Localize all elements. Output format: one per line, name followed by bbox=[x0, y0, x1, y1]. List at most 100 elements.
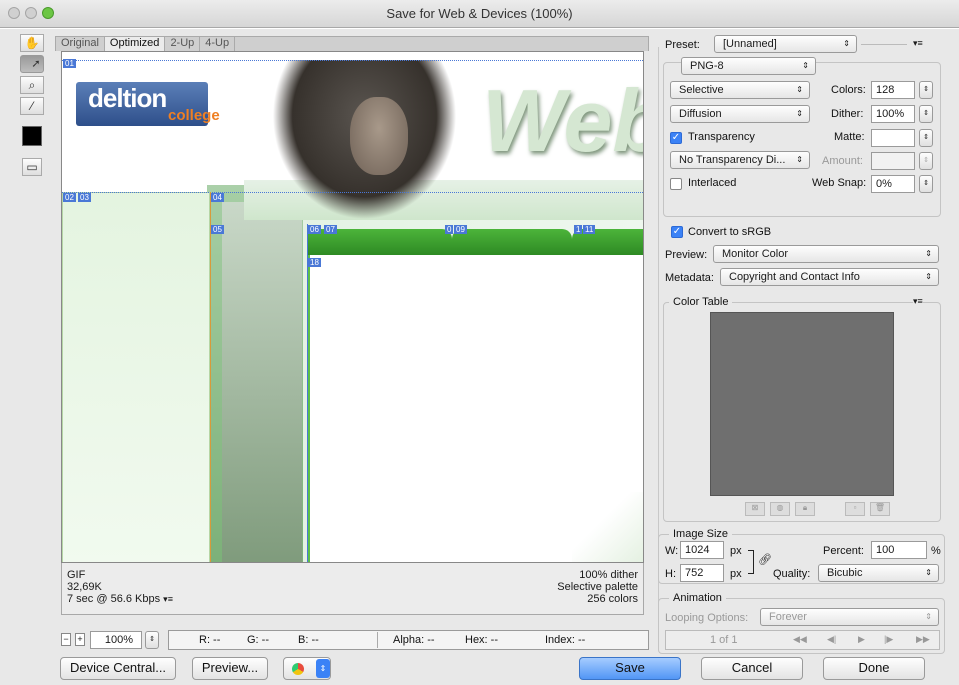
slice-badge[interactable]: 01 bbox=[63, 59, 76, 68]
colors-field[interactable]: 128 bbox=[871, 81, 915, 99]
file-size: 32,69K bbox=[67, 581, 102, 593]
tab-2-up[interactable]: 2-Up bbox=[165, 37, 201, 51]
device-central-button[interactable]: Device Central... bbox=[60, 657, 176, 680]
matte-label: Matte: bbox=[834, 131, 865, 143]
dither-field[interactable]: 100% bbox=[871, 105, 915, 123]
next-frame-icon: |▶ bbox=[884, 634, 894, 644]
window-title: Save for Web & Devices (100%) bbox=[386, 6, 573, 21]
divider bbox=[861, 44, 907, 45]
link-proportions-icon[interactable]: 🔗︎ bbox=[758, 553, 772, 566]
zoom-out-button[interactable]: − bbox=[61, 633, 71, 646]
eyedropper-tool-icon[interactable]: ⁄ bbox=[20, 97, 44, 115]
done-button[interactable]: Done bbox=[823, 657, 925, 680]
trash-icon[interactable]: 🗑︎ bbox=[870, 502, 890, 516]
width-unit: px bbox=[730, 545, 742, 557]
colors-stepper[interactable]: ⇕ bbox=[919, 81, 933, 99]
download-time: 7 sec @ 56.6 Kbps ▾≡ bbox=[67, 593, 173, 605]
transparency-checkbox[interactable]: ✓ bbox=[670, 132, 682, 144]
preview-label: Preview: bbox=[665, 249, 708, 261]
slice-badge[interactable]: 09 bbox=[454, 225, 467, 234]
slice-badge[interactable]: 06 bbox=[308, 225, 321, 234]
tab-optimized[interactable]: Optimized bbox=[104, 37, 166, 51]
zoom-level-menu[interactable]: ⇕ bbox=[145, 631, 159, 649]
slice-badge[interactable]: 07 bbox=[324, 225, 337, 234]
slice-border bbox=[210, 192, 211, 562]
looping-options-label: Looping Options: bbox=[665, 612, 749, 624]
slice-badge[interactable]: 05 bbox=[211, 225, 224, 234]
toggle-slices-visibility-icon[interactable]: ▭ bbox=[22, 158, 42, 176]
blue-value: B: -- bbox=[298, 634, 319, 646]
web-snap-field[interactable]: 0% bbox=[871, 175, 915, 193]
slice-badge[interactable]: 11 bbox=[583, 225, 596, 234]
slice-badge[interactable]: 1 bbox=[574, 225, 583, 234]
color-table-menu-icon[interactable]: ▾≡ bbox=[913, 296, 923, 307]
transparency-label: Transparency bbox=[688, 131, 755, 143]
slice-badge[interactable]: 0 bbox=[445, 225, 454, 234]
color-reduction-select[interactable]: Selective ⇕ bbox=[670, 81, 810, 99]
file-format-select[interactable]: PNG-8 ⇕ bbox=[681, 57, 816, 75]
panel-divider bbox=[658, 47, 659, 607]
slice-guide bbox=[62, 60, 643, 61]
zoom-level-field[interactable]: 100% bbox=[90, 631, 142, 649]
web-snap-stepper[interactable]: ⇕ bbox=[919, 175, 933, 193]
width-field[interactable]: 1024 bbox=[680, 541, 724, 559]
title-bar: Save for Web & Devices (100%) bbox=[0, 0, 959, 28]
web-snap-label: Web Snap: bbox=[812, 177, 867, 189]
chimp-face bbox=[350, 97, 408, 175]
palette-info: Selective palette bbox=[557, 581, 638, 593]
transparency-dither-select[interactable]: No Transparency Di... ⇕ bbox=[670, 151, 810, 169]
logo-text: deltion bbox=[88, 83, 167, 113]
slice-select-tool-icon[interactable]: ➚ bbox=[20, 55, 44, 73]
height-unit: px bbox=[730, 568, 742, 580]
browser-select[interactable]: ⇕ bbox=[283, 657, 331, 680]
quality-select[interactable]: Bicubic ⇕ bbox=[818, 564, 939, 582]
map-color-transparent-icon[interactable]: ⊠ bbox=[745, 502, 765, 516]
height-label: H: bbox=[665, 568, 676, 580]
matte-color-field[interactable] bbox=[871, 129, 915, 147]
hand-tool-icon[interactable]: ✋ bbox=[20, 34, 44, 52]
slice-guide bbox=[62, 192, 643, 193]
interlaced-checkbox[interactable] bbox=[670, 178, 682, 190]
preview-button[interactable]: Preview... bbox=[192, 657, 268, 680]
nav-tab-2 bbox=[452, 229, 572, 255]
percent-field[interactable]: 100 bbox=[871, 541, 927, 559]
slice-badge[interactable]: 03 bbox=[78, 193, 91, 202]
looping-options-select: Forever ⇕ bbox=[760, 608, 939, 626]
lock-color-icon[interactable]: 🔒︎ bbox=[795, 502, 815, 516]
slice-badge[interactable]: 02 bbox=[63, 193, 76, 202]
divider bbox=[377, 632, 378, 648]
web-shift-icon[interactable]: ◍ bbox=[770, 502, 790, 516]
zoom-in-button[interactable]: + bbox=[75, 633, 85, 646]
download-time-menu-icon[interactable]: ▾≡ bbox=[163, 594, 173, 604]
metadata-select[interactable]: Copyright and Contact Info ⇕ bbox=[720, 268, 939, 286]
previous-frame-icon: ◀| bbox=[827, 634, 837, 644]
zoom-tool-icon[interactable]: ⌕ bbox=[20, 76, 44, 94]
color-table-swatches[interactable] bbox=[710, 312, 894, 496]
tab-4-up[interactable]: 4-Up bbox=[200, 37, 236, 51]
height-field[interactable]: 752 bbox=[680, 564, 724, 582]
preview-canvas[interactable]: deltion college Web 01 02 03 04 05 06 07… bbox=[61, 51, 644, 563]
cancel-button[interactable]: Cancel bbox=[701, 657, 803, 680]
tab-original[interactable]: Original bbox=[56, 37, 105, 51]
file-format: GIF bbox=[67, 569, 86, 581]
optimize-menu-icon[interactable]: ▾≡ bbox=[913, 38, 923, 49]
image-size-title: Image Size bbox=[669, 528, 733, 540]
preset-select[interactable]: [Unnamed] ⇕ bbox=[714, 35, 857, 53]
dither-stepper[interactable]: ⇕ bbox=[919, 105, 933, 123]
slice-badge[interactable]: 18 bbox=[308, 258, 321, 267]
save-button[interactable]: Save bbox=[579, 657, 681, 680]
colors-info: 256 colors bbox=[587, 593, 638, 605]
add-color-icon[interactable]: ▫ bbox=[845, 502, 865, 516]
optimization-info: GIF 32,69K 7 sec @ 56.6 Kbps ▾≡ 100% dit… bbox=[61, 563, 644, 615]
page-curl bbox=[572, 492, 643, 562]
eyedropper-color-swatch[interactable] bbox=[22, 126, 42, 146]
hex-value: Hex: -- bbox=[465, 634, 498, 646]
frame-counter: 1 of 1 bbox=[710, 634, 738, 646]
animation-title: Animation bbox=[669, 592, 726, 604]
preview-select[interactable]: Monitor Color ⇕ bbox=[713, 245, 939, 263]
slice-badge[interactable]: 04 bbox=[211, 193, 224, 202]
index-value: Index: -- bbox=[545, 634, 586, 646]
dither-algorithm-select[interactable]: Diffusion ⇕ bbox=[670, 105, 810, 123]
convert-srgb-checkbox[interactable]: ✓ bbox=[671, 226, 683, 238]
matte-menu[interactable]: ⇕ bbox=[919, 129, 933, 147]
